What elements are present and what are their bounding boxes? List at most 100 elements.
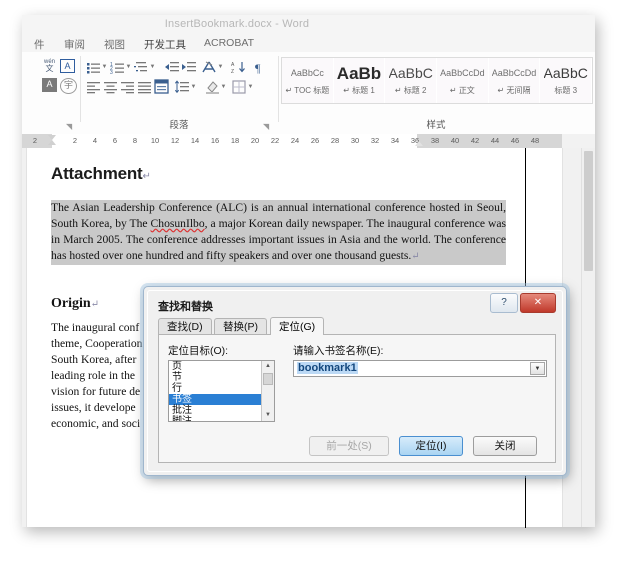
paragraph-group-launcher[interactable]: ◥ — [263, 123, 271, 131]
dialog-tab-strip: 查找(D) 替换(P) 定位(G) — [158, 317, 556, 335]
ribbon-tab-row: 件 审阅 视图 开发工具 ACROBAT — [22, 35, 595, 54]
align-right-icon[interactable] — [120, 80, 135, 94]
ribbon-tab-file[interactable]: 件 — [34, 37, 45, 52]
style-item-heading-3[interactable]: AaBbC 标题 3 — [540, 58, 593, 103]
line-spacing-icon[interactable] — [175, 80, 190, 94]
ruler-number: 2 — [72, 136, 78, 145]
align-left-icon[interactable] — [86, 80, 101, 94]
bullet-list-dropdown-icon[interactable]: ▼ — [101, 60, 108, 72]
style-preview: AaBbCcDd — [491, 68, 537, 78]
ribbon-tab-review[interactable]: 审阅 — [64, 37, 85, 52]
ruler-number: 22 — [270, 136, 280, 145]
heading-text: Attachment — [51, 164, 143, 183]
ruler-number: 4 — [92, 136, 98, 145]
bookmark-name-value[interactable]: bookmark1 — [297, 362, 358, 374]
ruler-number: 32 — [370, 136, 380, 145]
bullet-list-icon[interactable] — [86, 60, 101, 74]
screenshot-root: InsertBookmark.docx - Word 件 审阅 视图 开发工具 … — [0, 0, 617, 567]
close-icon[interactable]: ✕ — [520, 293, 556, 313]
ruler-number: 44 — [490, 136, 500, 145]
style-item-heading-1[interactable]: AaBb ↵ 标题 1 — [333, 58, 386, 103]
list-item-comment[interactable]: 批注 — [169, 405, 274, 416]
tab-replace[interactable]: 替换(P) — [214, 318, 267, 335]
svg-text:A: A — [231, 62, 235, 68]
style-item-no-spacing[interactable]: AaBbCcDd ↵ 无间隔 — [488, 58, 541, 103]
style-name: 标题 3 — [554, 86, 578, 95]
align-center-icon[interactable] — [103, 80, 118, 94]
distributed-align-icon[interactable] — [154, 79, 169, 94]
ruler-number: 46 — [510, 136, 520, 145]
listbox-scrollbar[interactable]: ▲ ▼ — [261, 361, 274, 421]
list-item-footnote[interactable]: 脚注 — [169, 416, 274, 421]
goto-target-listbox[interactable]: 页 节 行 书签 批注 脚注 ▲ ▼ — [168, 360, 275, 422]
shading-icon[interactable] — [205, 80, 220, 94]
close-button[interactable]: 关闭 — [473, 436, 537, 456]
previous-button: 前一处(S) — [309, 436, 389, 456]
paragraph-mark: ↵ — [411, 251, 420, 262]
dialog-title: 查找和替换 — [158, 301, 213, 313]
goto-button[interactable]: 定位(I) — [399, 436, 463, 456]
listbox-scrollbar-thumb[interactable] — [263, 373, 273, 385]
list-item-line[interactable]: 行 — [169, 383, 274, 394]
increase-indent-icon[interactable] — [182, 60, 197, 74]
heading-text: Origin — [51, 296, 91, 311]
scroll-down-icon[interactable]: ▼ — [262, 410, 274, 421]
list-item-section[interactable]: 节 — [169, 372, 274, 383]
sort-icon[interactable]: AZ — [231, 60, 246, 74]
borders-dropdown-icon[interactable]: ▼ — [247, 80, 254, 92]
style-name: ↵ 标题 2 — [394, 86, 427, 95]
vertical-scrollbar[interactable] — [581, 148, 595, 527]
styles-gallery[interactable]: AaBbCc ↵ TOC 标题 AaBb ↵ 标题 1 AaBbC ↵ 标题 2… — [281, 57, 593, 104]
ruler-number: 16 — [210, 136, 220, 145]
show-formatting-marks-icon[interactable]: ¶ — [253, 60, 268, 74]
text-highlight-icon[interactable]: A — [42, 78, 57, 92]
style-item-heading-2[interactable]: AaBbC ↵ 标题 2 — [385, 58, 438, 103]
style-name: ↵ 正文 — [449, 86, 475, 95]
numbered-list-icon[interactable]: 123 — [110, 60, 125, 74]
justify-icon[interactable] — [137, 80, 152, 94]
chevron-down-icon[interactable]: ▼ — [530, 362, 545, 375]
shading-dropdown-icon[interactable]: ▼ — [220, 80, 227, 92]
list-item-page[interactable]: 页 — [169, 361, 274, 372]
ruler-number: 26 — [310, 136, 320, 145]
decrease-indent-icon[interactable] — [165, 60, 180, 74]
style-name: ↵ TOC 标题 — [285, 86, 330, 95]
hanging-indent-marker[interactable] — [48, 140, 56, 145]
numbered-list-dropdown-icon[interactable]: ▼ — [125, 60, 132, 72]
vertical-scrollbar-thumb[interactable] — [584, 151, 593, 271]
ribbon-tab-acrobat[interactable]: ACROBAT — [204, 37, 254, 49]
ribbon-tab-view[interactable]: 视图 — [104, 37, 125, 52]
document-heading-attachment: Attachment↵ — [51, 164, 151, 184]
ruler-number: 2 — [32, 136, 38, 145]
horizontal-ruler[interactable]: 2 2 4 6 8 10 12 14 16 18 20 22 24 26 28 … — [22, 134, 595, 149]
scroll-up-icon[interactable]: ▲ — [262, 361, 274, 372]
multilevel-list-dropdown-icon[interactable]: ▼ — [149, 60, 156, 72]
line-spacing-dropdown-icon[interactable]: ▼ — [190, 80, 197, 92]
style-preview: AaBbC — [388, 65, 433, 81]
phonetic-guide-icon[interactable]: wén 文 — [42, 59, 57, 73]
bookmark-name-combobox[interactable]: bookmark1 ▼ — [293, 360, 547, 377]
help-button[interactable]: ? — [490, 293, 518, 313]
tab-find[interactable]: 查找(D) — [158, 318, 212, 335]
style-preview: AaBbC — [543, 65, 588, 81]
borders-icon[interactable] — [232, 80, 247, 94]
svg-text:¶: ¶ — [255, 61, 261, 74]
tab-goto[interactable]: 定位(G) — [270, 317, 325, 335]
enclose-characters-icon[interactable]: 宇 — [60, 78, 77, 94]
font-group-launcher[interactable]: ◥ — [66, 123, 74, 131]
cjk-layout-icon[interactable] — [202, 60, 217, 74]
style-item-toc-heading[interactable]: AaBbCc ↵ TOC 标题 — [282, 58, 334, 103]
right-indent-marker[interactable] — [415, 141, 423, 146]
multilevel-list-icon[interactable] — [134, 60, 149, 74]
ruler-number: 10 — [150, 136, 160, 145]
ruler-number: 20 — [250, 136, 260, 145]
character-border-icon[interactable]: A — [60, 59, 75, 73]
cjk-layout-dropdown-icon[interactable]: ▼ — [217, 60, 224, 72]
ribbon-group-font-cjk: wén 文 A A 宇 ◥ — [22, 52, 80, 134]
style-preview: AaBbCcDd — [440, 68, 485, 78]
list-item-bookmark[interactable]: 书签 — [169, 394, 274, 405]
style-item-body-text[interactable]: AaBbCcDd ↵ 正文 — [437, 58, 489, 103]
style-name: ↵ 标题 1 — [343, 86, 375, 95]
svg-text:3: 3 — [110, 70, 113, 74]
title-bar: InsertBookmark.docx - Word — [22, 15, 595, 35]
